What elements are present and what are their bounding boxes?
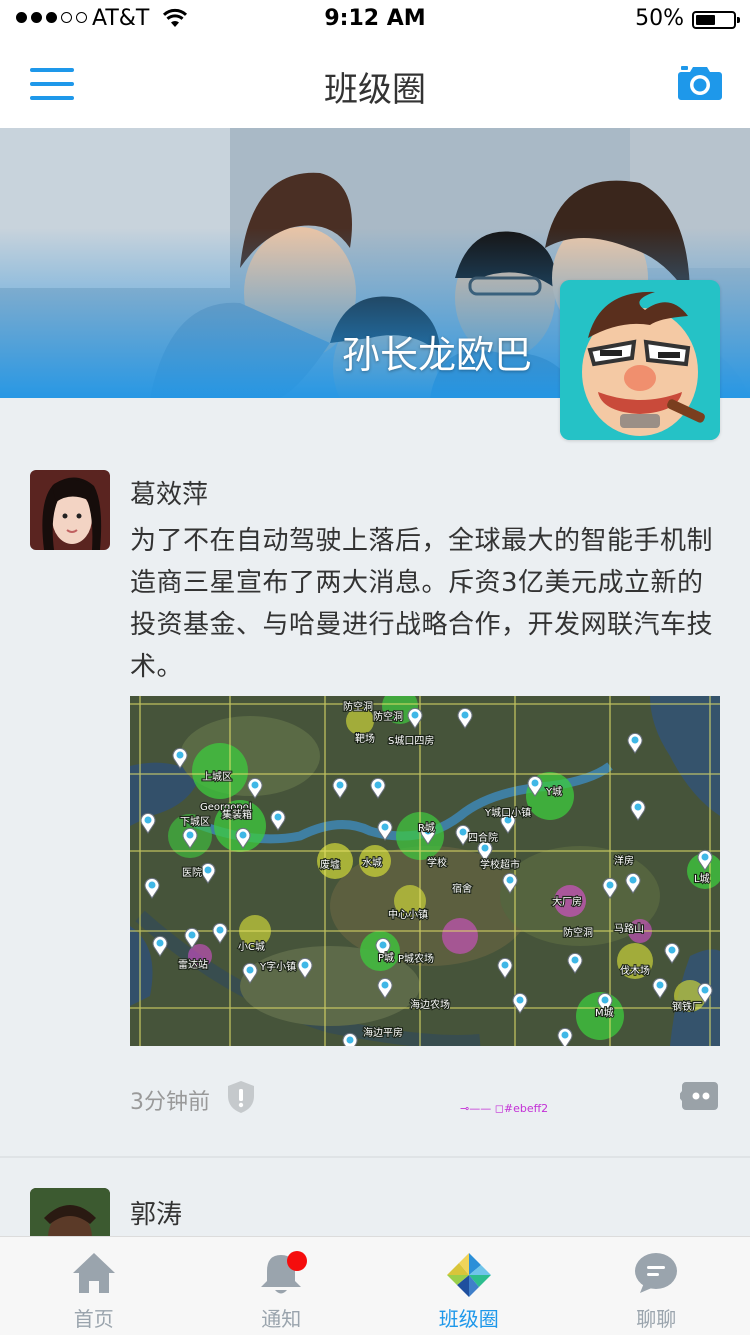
- map-label: 雷达站: [178, 958, 208, 971]
- map-label: M城: [595, 1007, 614, 1019]
- map-label: 防空洞: [563, 926, 593, 939]
- map-label: 上城区: [202, 771, 232, 783]
- page-title: 班级圈: [0, 62, 750, 111]
- map-label: 防空洞: [343, 700, 373, 713]
- comment-icon[interactable]: [680, 1080, 720, 1112]
- map-label: 大厂房: [552, 895, 582, 908]
- profile-avatar[interactable]: [560, 280, 720, 440]
- map-label: 马路山: [614, 922, 644, 935]
- status-bar: AT&T 9:12 AM 50%: [0, 0, 750, 40]
- home-icon: [71, 1251, 117, 1295]
- map-label: Y字小镇: [259, 960, 296, 973]
- author-avatar[interactable]: [30, 1188, 110, 1238]
- map-label: 宿舍: [452, 882, 472, 895]
- pinwheel-icon: [445, 1251, 493, 1299]
- map-label: 中心小镇: [388, 908, 428, 921]
- map-label: 海边农场: [410, 998, 450, 1011]
- map-label: 废墟: [320, 858, 340, 871]
- map-label: 防空洞: [373, 710, 403, 723]
- cartoon-face-avatar: [560, 280, 720, 440]
- map-label: 学校超市: [480, 858, 520, 871]
- map-label: 靶场: [355, 732, 375, 745]
- battery-percentage: 50%: [635, 6, 684, 31]
- tab-bar: 首页 通知 班级圈 聊聊: [0, 1236, 750, 1335]
- map-label: P城: [378, 952, 394, 964]
- profile-name: 孙长龙欧巴: [342, 324, 532, 379]
- map-label: 集装箱: [222, 808, 252, 821]
- map-label: 水城: [362, 857, 382, 869]
- developer-annotation: ⊸—— ◻#ebeff2: [460, 1102, 548, 1115]
- map-label: 医院: [182, 866, 202, 879]
- shield-icon[interactable]: [226, 1080, 256, 1114]
- post-text: 为了不在自动驾驶上落后，全球最大的智能手机制造商三星宣布了两大消息。斥资3亿美元…: [130, 520, 724, 688]
- post-timestamp: 3分钟前: [130, 1084, 210, 1116]
- author-name[interactable]: 葛效萍: [130, 474, 208, 511]
- battery-icon: [692, 11, 736, 29]
- map-label: 四合院: [468, 831, 498, 844]
- post-item: 葛效萍 为了不在自动驾驶上落后，全球最大的智能手机制造商三星宣布了两大消息。斥资…: [0, 440, 750, 1156]
- map-label: S城口四房: [388, 734, 434, 747]
- notification-badge: [287, 1251, 307, 1271]
- map-label: 下城区: [180, 816, 210, 828]
- tab-chat[interactable]: 聊聊: [563, 1237, 750, 1335]
- tab-label: 通知: [188, 1303, 376, 1332]
- map-label: R城: [418, 822, 435, 834]
- map-label: 钢铁厂: [672, 1000, 702, 1013]
- tab-home[interactable]: 首页: [0, 1237, 188, 1335]
- map-label: 小C城: [238, 941, 265, 953]
- author-avatar[interactable]: [30, 470, 110, 550]
- map-label: 学校: [427, 856, 447, 869]
- navigation-bar: 班级圈: [0, 40, 750, 129]
- map-label: P城农场: [398, 952, 434, 965]
- map-label: L城: [694, 873, 710, 885]
- tab-class-circle[interactable]: 班级圈: [375, 1237, 563, 1335]
- tab-label: 聊聊: [563, 1303, 750, 1332]
- post-image-map[interactable]: 防空洞防空洞靶场S城口四房上城区Georgopol集装箱下城区Y城口小镇Y城R城…: [130, 696, 720, 1046]
- camera-icon[interactable]: [678, 64, 722, 100]
- chat-bubble-icon: [634, 1251, 678, 1295]
- map-label: Y城: [545, 786, 562, 798]
- tab-label: 首页: [0, 1303, 188, 1332]
- map-label: 伐木场: [620, 964, 650, 977]
- author-name[interactable]: 郭涛: [130, 1194, 182, 1231]
- map-label: Y城口小镇: [484, 806, 531, 819]
- tab-label: 班级圈: [375, 1303, 563, 1332]
- post-item: 郭涛: [0, 1158, 750, 1238]
- map-label: 海边平房: [363, 1026, 403, 1039]
- tab-notifications[interactable]: 通知: [188, 1237, 376, 1335]
- map-label: 洋房: [614, 854, 634, 867]
- map-pin-icon: [343, 1033, 357, 1046]
